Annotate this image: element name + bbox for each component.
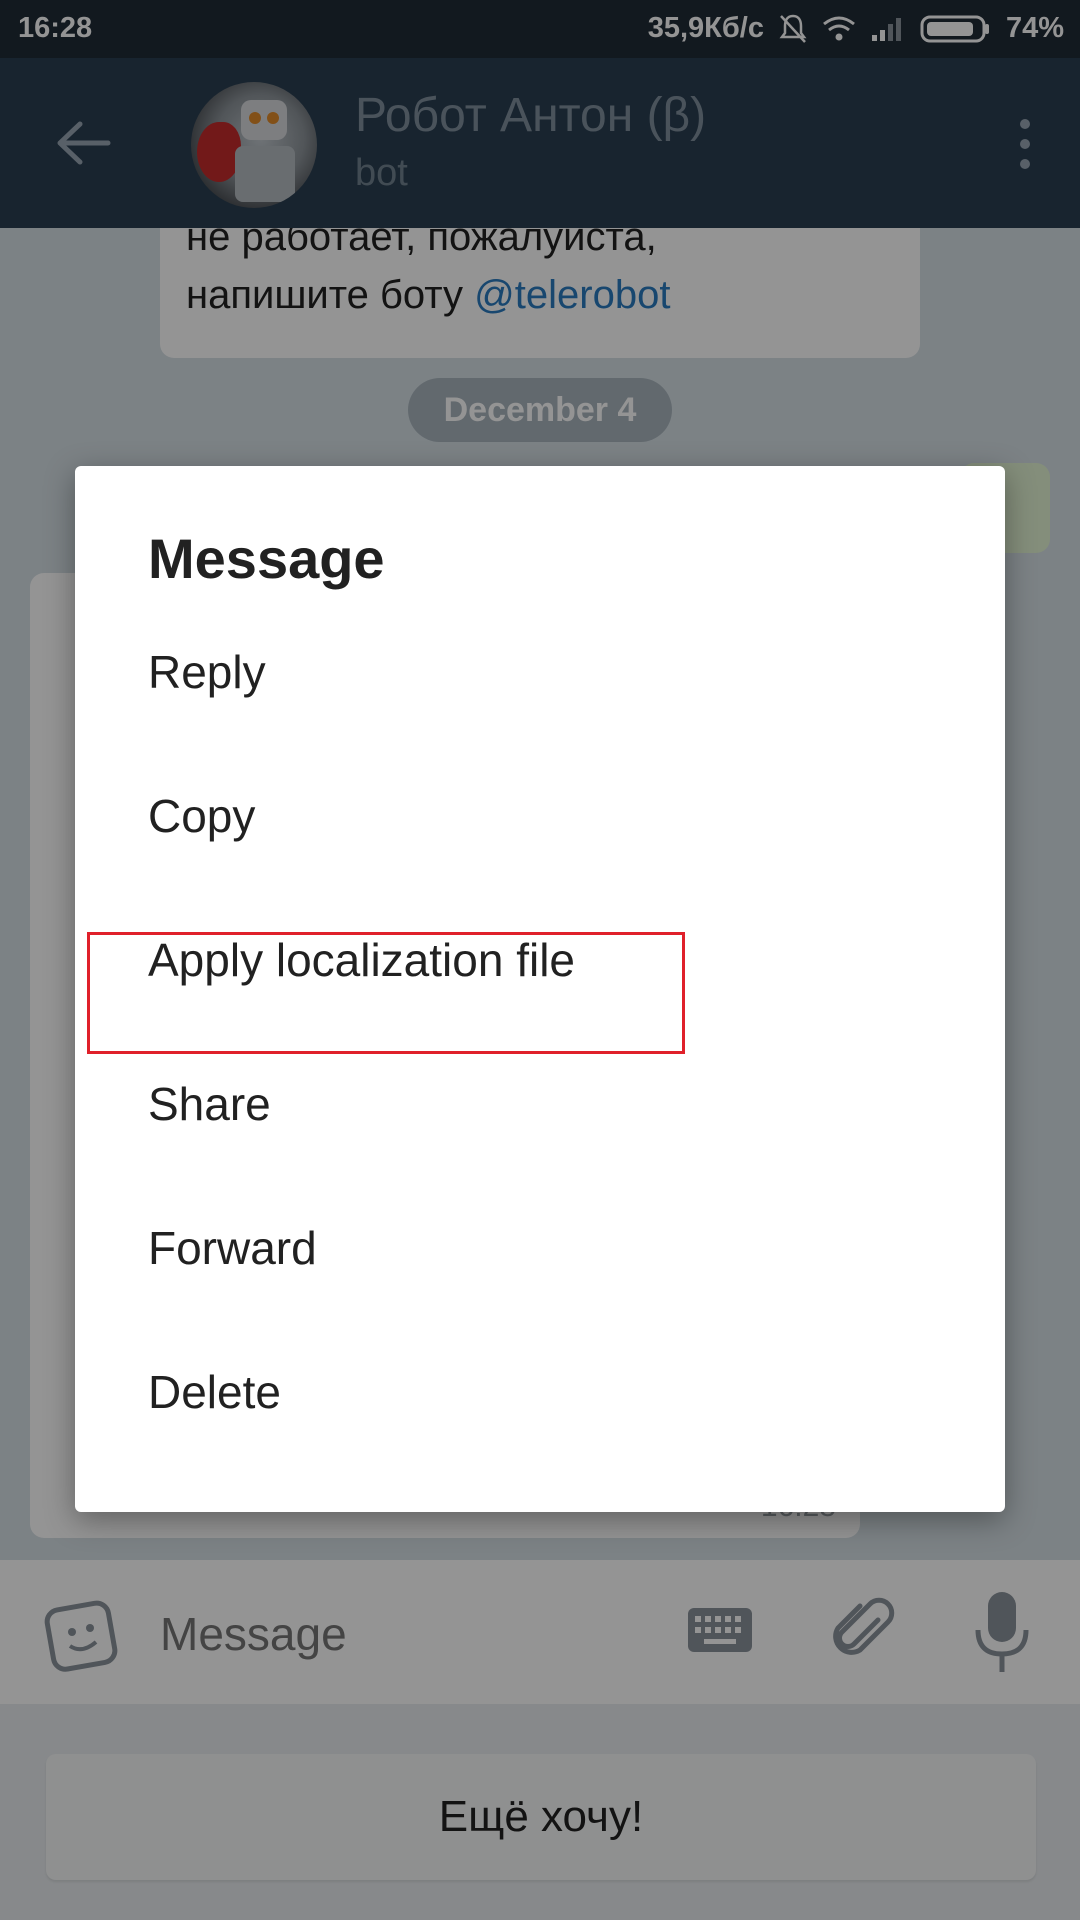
dialog-title: Message [148, 527, 385, 590]
menu-item-forward[interactable]: Forward [75, 1176, 1005, 1320]
menu-item-delete[interactable]: Delete [75, 1320, 1005, 1464]
menu-item-reply[interactable]: Reply [75, 600, 1005, 744]
highlight-annotation [87, 932, 685, 1054]
menu-item-copy[interactable]: Copy [75, 744, 1005, 888]
